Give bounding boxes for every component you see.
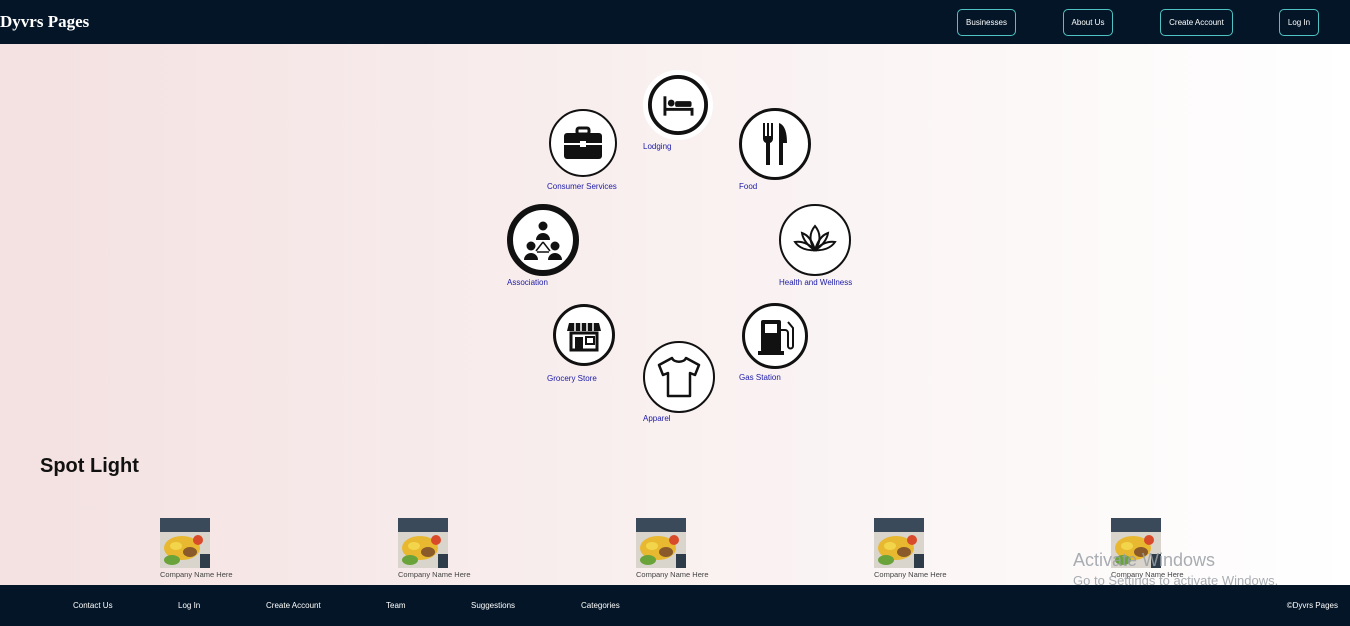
consumer-services-ring [549, 109, 617, 177]
food-image-icon [636, 518, 686, 568]
company-name[interactable]: Company Name Here [874, 570, 974, 579]
spotlight-title: Spot Light [40, 455, 139, 477]
gas-label[interactable]: Gas Station [739, 373, 781, 382]
nav-login-button[interactable]: Log In [1279, 9, 1319, 36]
nav-about-button[interactable]: About Us [1063, 9, 1113, 36]
briefcase-icon [564, 126, 602, 159]
footer-categories-link[interactable]: Categories [581, 601, 620, 610]
grocery-ring [553, 304, 615, 366]
footer-create-account-link[interactable]: Create Account [266, 601, 321, 610]
apparel-ring [643, 341, 715, 413]
lodging-label[interactable]: Lodging [643, 142, 671, 151]
spotlight-card[interactable]: Company Name Here [160, 518, 260, 579]
lodging-ring [643, 70, 713, 140]
food-image-icon [874, 518, 924, 568]
footer-team-link[interactable]: Team [386, 601, 406, 610]
people-network-icon [524, 221, 562, 260]
food-image-icon [398, 518, 448, 568]
spotlight-card[interactable]: Company Name Here [874, 518, 974, 579]
apparel-label[interactable]: Apparel [643, 414, 671, 423]
top-navbar: Dyvrs Pages Businesses About Us Create A… [0, 0, 1350, 44]
consumer-services-label[interactable]: Consumer Services [547, 182, 617, 191]
footer-login-link[interactable]: Log In [178, 601, 200, 610]
footer-copyright: ©Dyvrs Pages [1286, 601, 1338, 610]
spotlight-card[interactable]: Company Name Here [636, 518, 736, 579]
grocery-label[interactable]: Grocery Store [547, 374, 597, 383]
company-name[interactable]: Company Name Here [398, 570, 498, 579]
food-thumbnail[interactable] [398, 518, 448, 568]
company-name[interactable]: Company Name Here [160, 570, 260, 579]
watermark-title: Activate Windows [1073, 550, 1216, 570]
food-thumbnail[interactable] [874, 518, 924, 568]
food-thumbnail[interactable] [160, 518, 210, 568]
association-label[interactable]: Association [507, 278, 548, 287]
nav-create-account-button[interactable]: Create Account [1160, 9, 1233, 36]
footer-suggestions-link[interactable]: Suggestions [471, 601, 515, 610]
storefront-icon [567, 323, 601, 352]
company-name[interactable]: Company Name Here [636, 570, 736, 579]
nav-businesses-button[interactable]: Businesses [957, 9, 1016, 36]
fork-knife-icon [763, 123, 787, 165]
lotus-icon [793, 224, 837, 252]
footer: Contact Us Log In Create Account Team Su… [0, 585, 1350, 626]
food-ring [739, 108, 811, 180]
footer-contact-link[interactable]: Contact Us [73, 601, 113, 610]
food-image-icon [160, 518, 210, 568]
food-label[interactable]: Food [739, 182, 757, 191]
health-label[interactable]: Health and Wellness [779, 278, 852, 287]
gas-ring [742, 303, 808, 369]
health-ring [779, 204, 851, 276]
fuel-pump-icon [758, 320, 794, 355]
brand-logo[interactable]: Dyvrs Pages [0, 12, 89, 32]
food-thumbnail[interactable] [636, 518, 686, 568]
bed-icon [648, 75, 708, 135]
association-ring [507, 204, 579, 276]
activate-windows-watermark: Activate Windows Go to Settings to activ… [1073, 550, 1278, 588]
tshirt-icon [657, 356, 701, 398]
spotlight-card[interactable]: Company Name Here [398, 518, 498, 579]
